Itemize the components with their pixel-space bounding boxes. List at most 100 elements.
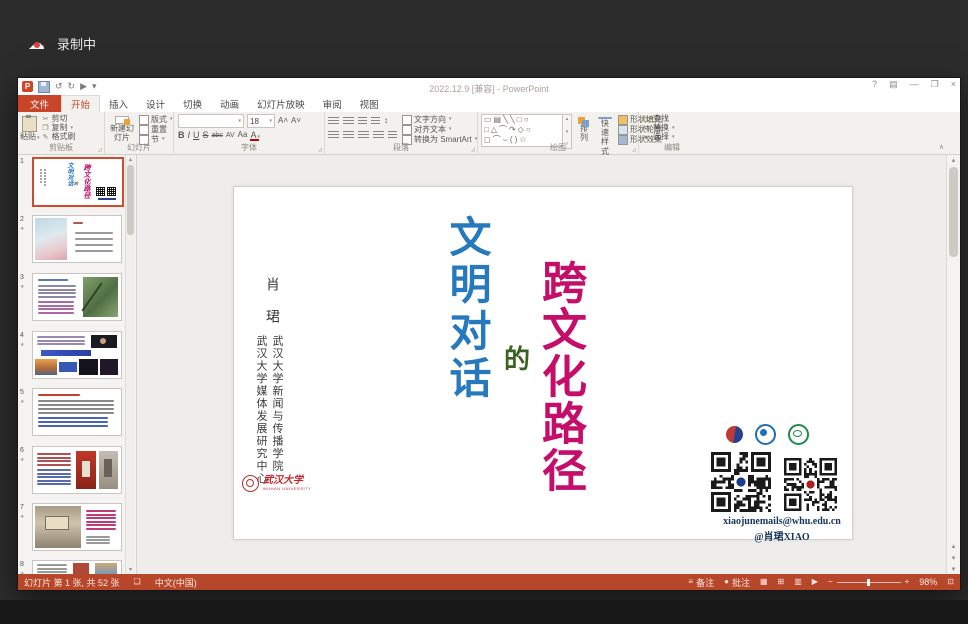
character-spacing-button[interactable]: AV xyxy=(226,132,235,139)
slide-title-blue[interactable]: 文明对话 xyxy=(446,215,488,403)
align-left-icon[interactable] xyxy=(328,131,339,140)
comments-button[interactable]: ●批注 xyxy=(724,576,750,589)
zoom-level[interactable]: 98% xyxy=(919,577,937,587)
tab-file[interactable]: 文件 xyxy=(18,95,61,112)
zoom-knob[interactable] xyxy=(867,579,870,586)
font-size-combo[interactable]: 18▾ xyxy=(247,114,275,128)
zoom-in-icon[interactable]: + xyxy=(905,578,910,586)
tab-审阅[interactable]: 审阅 xyxy=(314,95,351,112)
font-name-combo[interactable]: ▾ xyxy=(178,114,244,128)
underline-button[interactable]: U xyxy=(193,131,200,140)
zoom-out-icon[interactable]: − xyxy=(828,578,833,586)
next-slide-icon[interactable]: ▾ xyxy=(947,554,960,562)
tab-动画[interactable]: 动画 xyxy=(211,95,248,112)
slide-number: 3★ xyxy=(20,273,32,321)
slide-number: 6★ xyxy=(20,446,32,494)
text-direction-button[interactable]: 文字方向▾ xyxy=(402,115,477,125)
slide-sorter-view-icon[interactable]: ⊞ xyxy=(778,578,785,586)
zoom-track[interactable] xyxy=(837,582,901,583)
select-button[interactable]: ▸选择▾ xyxy=(643,133,675,142)
align-right-icon[interactable] xyxy=(358,131,369,140)
justify-icon[interactable] xyxy=(373,131,384,140)
fit-to-window-icon[interactable]: ⊡ xyxy=(947,578,954,586)
paste-button[interactable]: 粘贴▾ xyxy=(18,114,42,143)
align-center-icon[interactable] xyxy=(343,131,354,140)
quick-styles-button[interactable]: 快速样式 xyxy=(596,114,614,143)
dialog-launcher-icon[interactable]: ◿ xyxy=(471,147,475,153)
tab-插入[interactable]: 插入 xyxy=(100,95,137,112)
numbering-icon[interactable] xyxy=(343,117,354,126)
spell-check-icon[interactable]: ❏ xyxy=(134,578,141,586)
arrange-button[interactable]: 排列 xyxy=(576,114,592,143)
notes-button[interactable]: ≡备注 xyxy=(688,576,714,589)
tab-开始[interactable]: 开始 xyxy=(61,95,100,112)
tab-幻灯片放映[interactable]: 幻灯片放映 xyxy=(248,95,314,112)
slide-number: 5★ xyxy=(20,388,32,436)
scrollbar-thumb[interactable] xyxy=(949,167,958,257)
shrink-font-icon[interactable]: A˅ xyxy=(291,117,301,125)
slide-connector[interactable]: 的 xyxy=(504,339,530,376)
strikethrough-button[interactable]: S xyxy=(203,131,209,140)
scroll-up-icon: ▴ xyxy=(947,156,960,164)
scrollbar-thumb[interactable] xyxy=(127,165,134,235)
collapse-ribbon-icon[interactable]: ∧ xyxy=(939,143,944,151)
tab-视图[interactable]: 视图 xyxy=(351,95,388,112)
increase-indent-icon[interactable] xyxy=(371,117,380,126)
minimize-icon[interactable]: — xyxy=(910,80,919,89)
tab-设计[interactable]: 设计 xyxy=(137,95,174,112)
decrease-indent-icon[interactable] xyxy=(358,117,367,126)
grow-font-icon[interactable]: A˄ xyxy=(278,117,288,125)
align-text-button[interactable]: 对齐文本▾ xyxy=(402,125,477,135)
desktop: ☁ 录制中 P ↺ ↻ ▶ ▾ 2022.12.9 [兼容] - PowerPo… xyxy=(0,0,968,624)
animation-star-icon: ★ xyxy=(20,342,32,348)
restore-icon[interactable]: ❐ xyxy=(931,80,939,89)
normal-view-icon[interactable]: ▦ xyxy=(760,578,768,586)
logo-icon-1 xyxy=(726,426,743,443)
ribbon-display-icon[interactable]: ▤ xyxy=(889,80,898,89)
text-shadow-button[interactable]: abc xyxy=(212,132,223,139)
slide-thumbnail-5[interactable] xyxy=(32,388,122,436)
bullets-icon[interactable] xyxy=(328,117,339,126)
close-icon[interactable]: × xyxy=(951,80,956,89)
zoom-slider[interactable]: − + xyxy=(828,578,909,586)
slideshow-view-icon[interactable]: ▶ xyxy=(812,578,818,586)
slide-affiliations[interactable]: 武汉大学新闻与传播学院 武汉大学媒体发展研究中心 xyxy=(250,335,282,487)
slide-thumbnail-2[interactable] xyxy=(32,215,122,263)
shape-fill-icon xyxy=(618,115,628,125)
slide-canvas[interactable]: 文明对话 的 跨文化路径 肖珺 武汉大学新闻与传播学院 武汉大学媒体发展研究中心… xyxy=(233,186,853,540)
reset-button[interactable]: 重置 xyxy=(139,125,173,135)
columns-icon[interactable] xyxy=(388,131,397,140)
slide-thumbnail-4[interactable] xyxy=(32,331,122,379)
select-icon: ▸ xyxy=(643,134,651,142)
slide-title-pink[interactable]: 跨文化路径 xyxy=(538,259,583,494)
group-label-clipboard: 剪贴板 xyxy=(18,142,104,153)
slide-thumbnail-8[interactable] xyxy=(32,560,122,574)
font-color-button[interactable]: A▾ xyxy=(250,130,260,140)
gallery-down-icon: ▾ xyxy=(566,129,569,135)
scissors-icon: ✂ xyxy=(42,116,50,124)
slide-thumbnail-3[interactable] xyxy=(32,273,122,321)
layout-button[interactable]: 版式▾ xyxy=(139,115,173,125)
thumbnail-scrollbar[interactable]: ▴ ▾ xyxy=(125,155,135,574)
scroll-up-icon: ▴ xyxy=(126,156,135,163)
tab-切换[interactable]: 切换 xyxy=(174,95,211,112)
bold-button[interactable]: B xyxy=(178,131,185,140)
main-scrollbar[interactable]: ▴ ▴ ▾ ▾ xyxy=(946,155,960,574)
language-indicator[interactable]: 中文(中国) xyxy=(155,576,197,589)
slide-thumbnail-6[interactable] xyxy=(32,446,122,494)
reading-view-icon[interactable]: ▥ xyxy=(794,578,802,586)
format-painter-button[interactable]: ✎格式刷 xyxy=(42,133,76,142)
slide-thumbnail-1[interactable]: 文明对话 跨文化路径 的 xyxy=(32,157,124,207)
line-spacing-icon[interactable]: ↕ xyxy=(384,117,388,125)
dialog-launcher-icon[interactable]: ◿ xyxy=(318,147,322,153)
dialog-launcher-icon[interactable]: ◿ xyxy=(98,147,102,153)
help-icon[interactable]: ? xyxy=(872,80,877,89)
status-bar: 幻灯片 第 1 张, 共 52 张 ❏ 中文(中国) ≡备注 ●批注 ▦ ⊞ ▥… xyxy=(18,574,960,590)
italic-button[interactable]: I xyxy=(188,131,191,140)
dialog-launcher-icon[interactable]: ◿ xyxy=(632,147,636,153)
change-case-button[interactable]: Aa xyxy=(238,131,248,139)
previous-slide-icon[interactable]: ▴ xyxy=(947,542,960,550)
slide-thumbnail-7[interactable] xyxy=(32,503,122,551)
new-slide-button[interactable]: 新建幻灯片 xyxy=(105,114,139,143)
slide-author[interactable]: 肖珺 xyxy=(264,277,278,341)
